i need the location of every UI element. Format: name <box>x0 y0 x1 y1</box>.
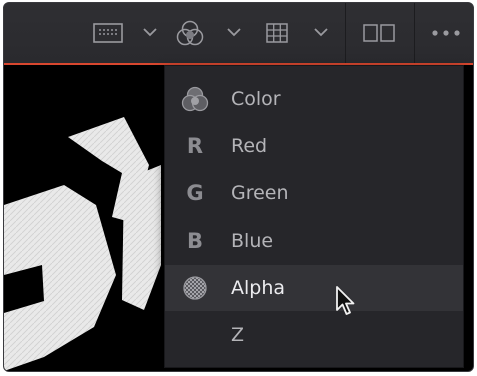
chevron-down-icon[interactable] <box>226 25 242 39</box>
chevron-down-icon[interactable] <box>142 25 158 39</box>
viewer-toolbar <box>4 3 473 65</box>
mouse-cursor-icon <box>336 286 355 315</box>
menu-item-label: Alpha <box>231 277 286 299</box>
menu-item-alpha[interactable]: Alpha <box>165 265 463 311</box>
color-channels-icon <box>180 85 210 113</box>
menu-item-label: Green <box>231 182 289 204</box>
alpha-checker-icon <box>180 274 210 302</box>
more-icon[interactable] <box>426 21 466 45</box>
grid-icon[interactable] <box>262 21 292 45</box>
menu-item-green[interactable]: G Green <box>165 170 463 216</box>
menu-item-red[interactable]: R Red <box>165 123 463 169</box>
menu-item-label: Color <box>231 88 281 110</box>
blue-channel-icon: B <box>186 229 203 253</box>
menu-item-z[interactable]: Z <box>165 312 463 358</box>
viewer-mode-icon[interactable] <box>90 21 126 45</box>
viewer-window: Color R Red G Green B Blue Alpha Z <box>3 2 474 372</box>
chevron-down-icon[interactable] <box>313 25 329 39</box>
menu-item-color[interactable]: Color <box>165 76 463 122</box>
menu-item-label: Z <box>231 324 245 346</box>
channel-menu: Color R Red G Green B Blue Alpha Z <box>164 65 464 368</box>
green-channel-icon: G <box>186 181 204 205</box>
toolbar-divider <box>414 3 415 63</box>
color-channels-icon[interactable] <box>172 20 208 46</box>
split-view-icon[interactable] <box>360 21 398 45</box>
menu-item-blue[interactable]: B Blue <box>165 218 463 264</box>
menu-item-label: Blue <box>231 230 274 252</box>
toolbar-divider <box>345 3 346 63</box>
red-channel-icon: R <box>186 134 204 158</box>
menu-item-label: Red <box>231 135 268 157</box>
z-channel-icon <box>180 321 210 349</box>
